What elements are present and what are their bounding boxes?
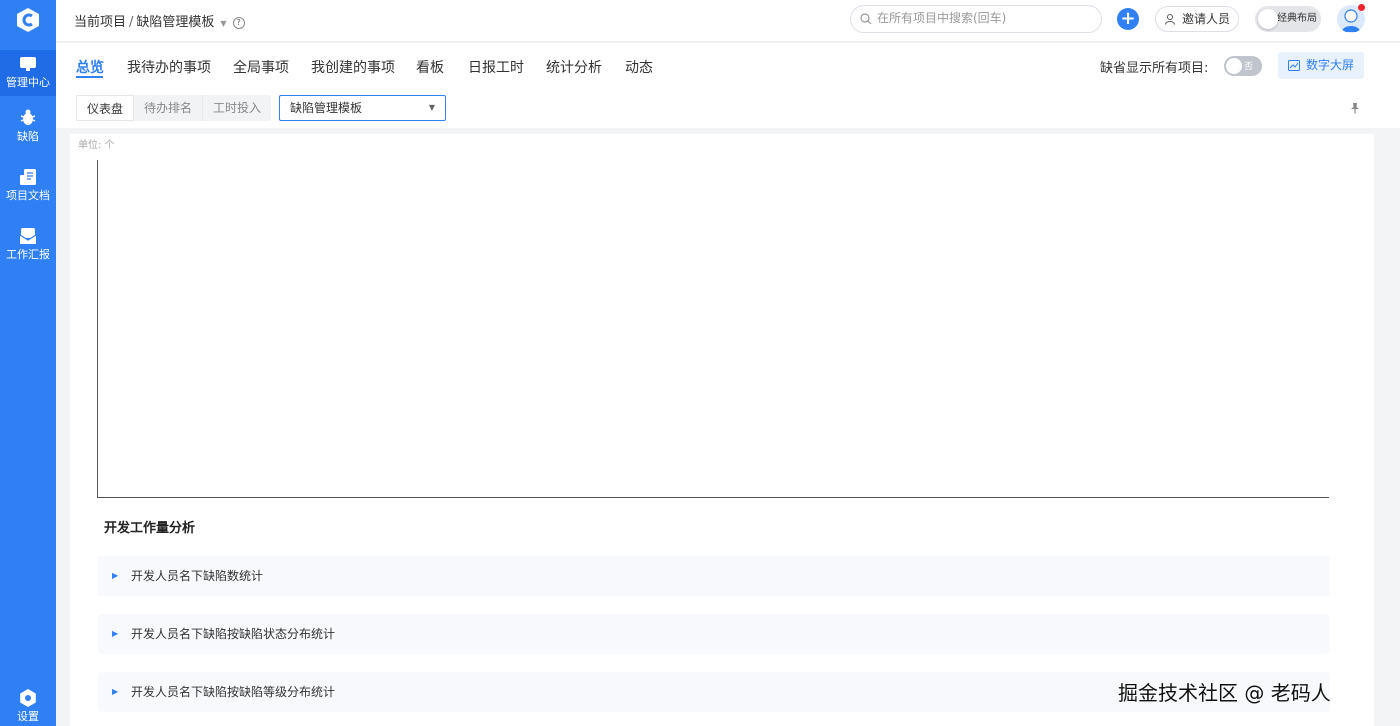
breadcrumb-current[interactable]: 缺陷管理模板: [136, 15, 214, 30]
screen-icon: [1288, 60, 1300, 71]
sidebar: 管理中心 缺陷 项目文档 工作汇报 设置: [0, 0, 56, 726]
tabs-bar: 总览 我待办的事项 全局事项 我创建的事项 看板 日报工时 统计分析 动态 缺省…: [56, 43, 1400, 88]
sidebar-item-label: 管理中心: [6, 76, 50, 89]
collapse-defect-count[interactable]: ▶ 开发人员名下缺陷数统计: [98, 556, 1330, 596]
chart-y-axis: [97, 160, 98, 497]
segment-dashboard[interactable]: 仪表盘: [76, 95, 135, 121]
add-button[interactable]: +: [1117, 8, 1139, 30]
sidebar-item-reports[interactable]: 工作汇报: [0, 226, 56, 262]
sidebar-item-settings[interactable]: 设置: [0, 688, 56, 724]
document-icon: [20, 169, 36, 185]
tab-activity[interactable]: 动态: [625, 57, 653, 77]
notification-dot: [1358, 4, 1365, 11]
chart-unit-label: 单位: 个: [78, 140, 115, 151]
sidebar-item-management[interactable]: 管理中心: [0, 50, 56, 96]
tab-my-todo[interactable]: 我待办的事项: [127, 57, 211, 77]
caret-right-icon: ▶: [112, 629, 119, 638]
sidebar-item-label: 项目文档: [6, 189, 50, 202]
logo-icon[interactable]: [14, 6, 42, 34]
section-title: 开发工作量分析: [104, 521, 196, 536]
chevron-down-icon[interactable]: ▼: [220, 19, 226, 28]
switch-knob: [1226, 58, 1242, 74]
sub-toolbar: 仪表盘 待办排名 工时投入 缺陷管理模板 ▼: [56, 88, 1400, 128]
tab-global-items[interactable]: 全局事项: [233, 57, 289, 77]
classic-layout-label: 经典布局: [1277, 13, 1317, 24]
tab-my-created[interactable]: 我创建的事项: [311, 57, 395, 77]
watermark: 掘金技术社区 @ 老码人: [1118, 681, 1331, 705]
switch-state-text: 否: [1244, 62, 1254, 72]
breadcrumb-separator: /: [129, 15, 134, 30]
template-select-value: 缺陷管理模板: [290, 101, 363, 115]
tab-overview[interactable]: 总览: [76, 57, 104, 77]
collapse-defect-by-status[interactable]: ▶ 开发人员名下缺陷按缺陷状态分布统计: [98, 614, 1330, 654]
tab-statistics[interactable]: 统计分析: [546, 57, 602, 77]
classic-layout-toggle[interactable]: 经典布局: [1255, 6, 1321, 32]
bigscreen-label: 数字大屏: [1306, 58, 1355, 72]
pin-icon[interactable]: [1349, 102, 1361, 114]
breadcrumb: 当前项目 / 缺陷管理模板 ▼?: [74, 11, 245, 30]
show-all-projects-label: 缺省显示所有项目:: [1100, 61, 1209, 76]
search-icon: [860, 13, 872, 25]
invite-button[interactable]: 邀请人员: [1155, 6, 1239, 32]
invite-label: 邀请人员: [1182, 12, 1231, 26]
search-input[interactable]: [877, 11, 1093, 25]
chart-x-axis: [97, 497, 1329, 498]
collapse-label: 开发人员名下缺陷数统计: [131, 569, 264, 583]
tab-kanban[interactable]: 看板: [416, 57, 444, 77]
caret-right-icon: ▶: [112, 687, 119, 696]
gear-icon: [20, 689, 36, 707]
breadcrumb-root[interactable]: 当前项目: [74, 15, 126, 30]
chart-panel: 单位: 个 开发工作量分析 ▶ 开发人员名下缺陷数统计 ▶ 开发人员名下缺陷按缺…: [70, 134, 1374, 726]
mail-icon: [19, 228, 37, 244]
show-all-projects-switch[interactable]: 否: [1224, 56, 1262, 76]
monitor-icon: [20, 57, 36, 71]
template-select[interactable]: 缺陷管理模板 ▼: [279, 95, 446, 121]
user-icon: [1165, 14, 1175, 25]
chevron-down-icon: ▼: [428, 103, 435, 112]
sidebar-item-label: 设置: [17, 710, 39, 723]
collapse-label: 开发人员名下缺陷按缺陷状态分布统计: [131, 627, 336, 641]
collapse-label: 开发人员名下缺陷按缺陷等级分布统计: [131, 685, 336, 699]
digital-bigscreen-button[interactable]: 数字大屏: [1278, 52, 1364, 79]
tab-daily-hours[interactable]: 日报工时: [468, 57, 524, 77]
toggle-knob: [1258, 9, 1278, 29]
caret-right-icon: ▶: [112, 571, 119, 580]
help-icon[interactable]: ?: [232, 17, 245, 29]
bug-icon: [20, 109, 36, 125]
sidebar-item-label: 工作汇报: [6, 248, 50, 261]
view-segmented-control: 仪表盘 待办排名 工时投入: [76, 95, 272, 121]
segment-todo-ranking[interactable]: 待办排名: [134, 95, 204, 121]
search-box[interactable]: [850, 5, 1102, 33]
segment-hours-input[interactable]: 工时投入: [203, 95, 271, 121]
sidebar-item-defects[interactable]: 缺陷: [0, 108, 56, 144]
sidebar-item-documents[interactable]: 项目文档: [0, 167, 56, 203]
active-tab-indicator: [76, 76, 103, 78]
top-bar: 当前项目/缺陷管理模板 ▼? + 邀请人员 经典布局: [56, 0, 1400, 42]
sidebar-item-label: 缺陷: [17, 130, 39, 143]
